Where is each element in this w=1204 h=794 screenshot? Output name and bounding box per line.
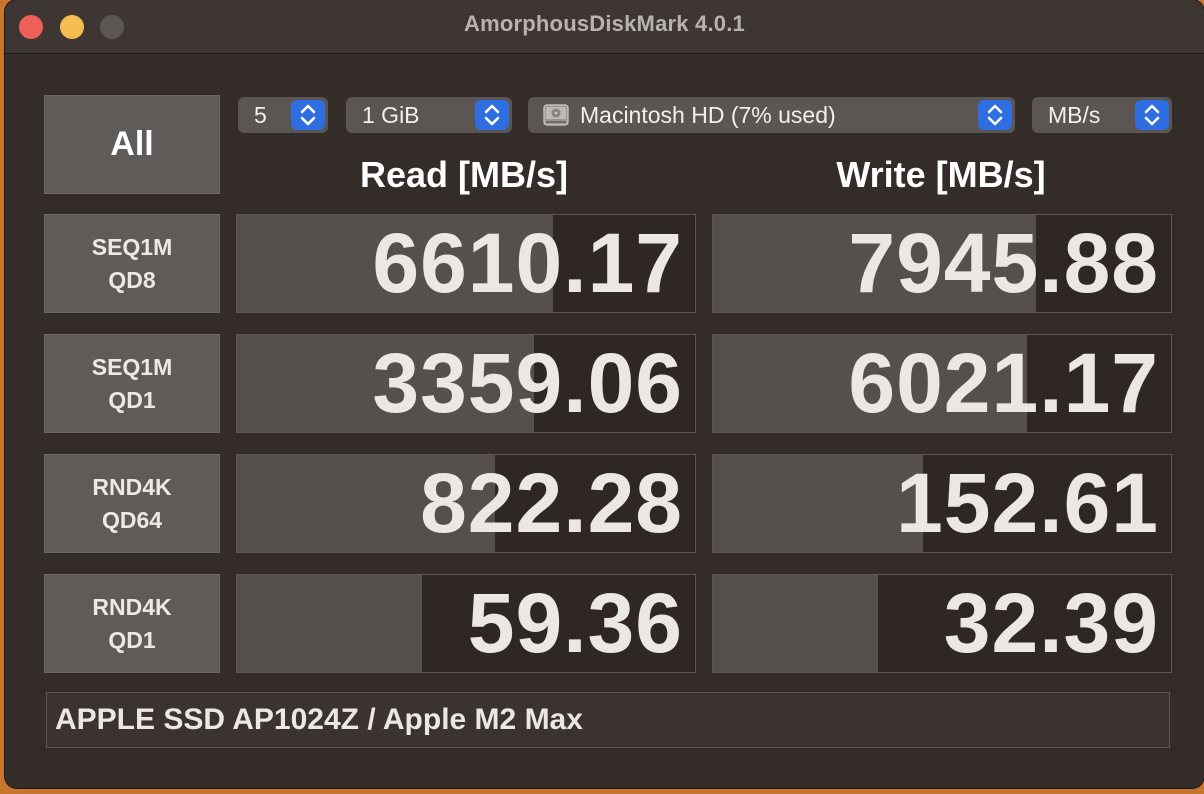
device-info-field[interactable]: APPLE SSD AP1024Z / Apple M2 Max: [46, 692, 1170, 748]
title-bar: AmorphousDiskMark 4.0.1: [5, 0, 1204, 54]
test-size-select[interactable]: 1 GiB: [346, 97, 512, 133]
window-title: AmorphousDiskMark 4.0.1: [464, 11, 745, 36]
chevron-up-down-icon: [475, 100, 509, 130]
run-all-button[interactable]: All: [44, 95, 220, 194]
read-result-cell: 3359.06: [236, 334, 696, 433]
test-count-value: 5: [254, 101, 267, 128]
test-name: SEQ1M: [91, 353, 173, 380]
read-result-value: 822.28: [420, 456, 683, 550]
chevron-up-down-icon: [978, 100, 1012, 130]
run-seq1m-qd1-button[interactable]: SEQ1M QD1: [44, 334, 220, 433]
read-progress-bar: [237, 575, 422, 672]
read-result-cell: 822.28: [236, 454, 696, 553]
write-result-cell: 6021.17: [712, 334, 1172, 433]
run-rnd4k-qd64-button[interactable]: RND4K QD64: [44, 454, 220, 553]
test-size-value: 1 GiB: [362, 101, 420, 128]
write-result-cell: 32.39: [712, 574, 1172, 673]
write-result-value: 6021.17: [848, 336, 1159, 430]
write-progress-bar: [713, 455, 923, 552]
test-queue-depth: QD1: [108, 626, 156, 653]
read-result-value: 3359.06: [372, 336, 683, 430]
test-name: SEQ1M: [91, 233, 173, 260]
test-name: RND4K: [92, 473, 172, 500]
chevron-up-down-icon: [1135, 100, 1169, 130]
write-progress-bar: [713, 575, 879, 672]
target-disk-select[interactable]: Macintosh HD (7% used): [528, 97, 1015, 133]
target-disk-value: Macintosh HD (7% used): [580, 101, 836, 128]
write-result-value: 32.39: [943, 576, 1159, 670]
test-queue-depth: QD64: [101, 506, 163, 533]
write-column-header: Write [MB/s]: [836, 154, 1046, 195]
hard-drive-icon: [543, 104, 569, 126]
test-queue-depth: QD1: [108, 386, 156, 413]
run-seq1m-qd8-button[interactable]: SEQ1M QD8: [44, 214, 220, 313]
run-rnd4k-qd1-button[interactable]: RND4K QD1: [44, 574, 220, 673]
main-panel: All 5 1 GiB Macintosh HD (7% used) MB/s …: [5, 54, 1204, 788]
read-result-cell: 6610.17: [236, 214, 696, 313]
read-result-cell: 59.36: [236, 574, 696, 673]
unit-select[interactable]: MB/s: [1032, 97, 1172, 133]
test-queue-depth: QD8: [108, 266, 156, 293]
unit-value: MB/s: [1048, 101, 1101, 128]
test-name: RND4K: [92, 593, 172, 620]
read-result-value: 6610.17: [372, 216, 683, 310]
test-count-select[interactable]: 5: [238, 97, 328, 133]
write-result-cell: 7945.88: [712, 214, 1172, 313]
app-window: AmorphousDiskMark 4.0.1 All 5 1 GiB Maci…: [5, 0, 1204, 788]
chevron-up-down-icon: [291, 100, 325, 130]
write-result-value: 152.61: [896, 456, 1159, 550]
write-result-value: 7945.88: [848, 216, 1159, 310]
read-result-value: 59.36: [467, 576, 683, 670]
write-result-cell: 152.61: [712, 454, 1172, 553]
read-column-header: Read [MB/s]: [359, 154, 569, 195]
